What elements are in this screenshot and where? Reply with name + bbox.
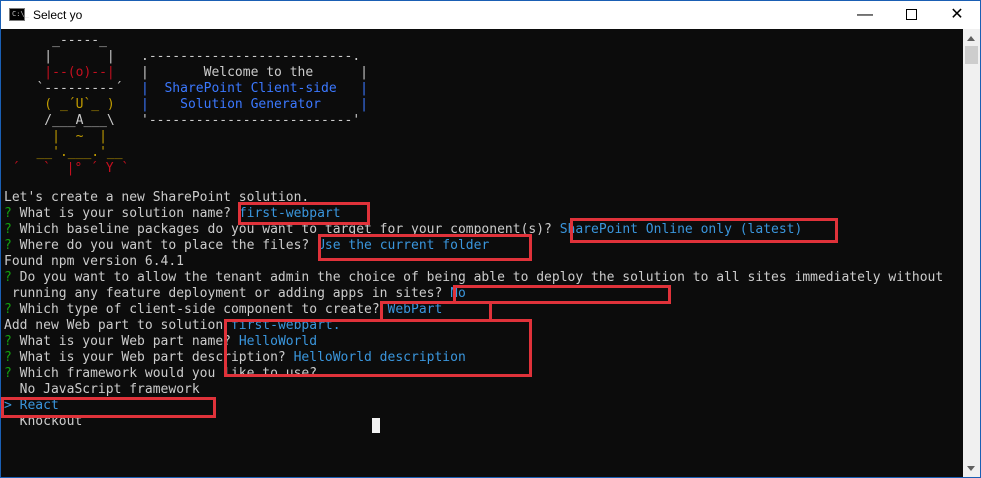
question-text: Do you want to allow the tenant admin th… [19,270,944,285]
scroll-up-icon[interactable] [967,36,975,41]
question-mark: ? [4,302,12,317]
scroll-thumb[interactable] [965,46,978,64]
minimize-button[interactable]: — [842,1,888,29]
highlight-box [224,319,532,377]
yeoman-art-line: | ~ | [13,129,107,144]
yeoman-art-line: | | [13,49,115,64]
question-text: Which type of client-side component to c… [19,302,380,317]
console-app-icon[interactable]: C:\_ [9,8,29,21]
yeoman-art-line: __'.___.'__ [13,145,123,160]
status-text: Add new Web part to solution [4,318,224,333]
welcome-box-line: | SharePoint Client-side | [141,81,368,96]
yeoman-art-line: ´ ` |° ´ Y ` [4,161,130,176]
question-component-type: ? Which type of client-side component to… [4,302,442,318]
question-text: running any feature deployment or adding… [11,286,443,301]
question-tenant-deploy: ? Do you want to allow the tenant admin … [4,270,943,286]
yeoman-art-line: /___A___\ [13,113,115,128]
close-button[interactable]: ✕ [934,1,980,29]
welcome-box-line: | Solution Generator | [141,97,368,112]
question-text: Where do you want to place the files? [19,238,310,253]
scroll-down-icon[interactable] [967,466,975,471]
highlight-box [318,234,532,261]
console-icon-glyph: C:\_ [12,10,29,18]
highlight-box [238,202,370,225]
minimize-icon: — [857,6,873,23]
question-tenant-deploy-cont: running any feature deployment or adding… [4,286,466,302]
question-mark: ? [4,366,12,381]
framework-option[interactable]: No JavaScript framework [4,382,200,398]
welcome-box-line: '--------------------------' [141,113,361,128]
yeoman-art-line: `---------´ [13,81,123,96]
question-mark: ? [4,334,12,349]
yeoman-art-line: |--(o)--| [13,65,115,80]
window-title: Select yo [33,8,83,22]
maximize-button[interactable] [888,1,934,29]
yeoman-art-line: _-----_ [13,33,107,48]
title-bar[interactable]: C:\_ Select yo — ✕ [1,1,980,29]
question-mark: ? [4,206,12,221]
console-window: C:\_ Select yo — ✕ _-----_ | | |--(o)--|… [0,0,981,478]
yeoman-art-line: ( _´U`_ ) [13,97,115,112]
welcome-box-line: .--------------------------. [141,49,361,64]
highlight-box [570,218,838,243]
question-mark: ? [4,222,12,237]
text-cursor [372,418,380,433]
question-text: What is your solution name? [19,206,231,221]
option-label: No JavaScript framework [19,382,200,397]
question-mark: ? [4,238,12,253]
question-text: What is your Web part name? [19,334,231,349]
maximize-icon [905,9,917,21]
close-icon: ✕ [950,6,964,23]
vertical-scrollbar[interactable] [963,29,980,477]
question-mark: ? [4,350,12,365]
welcome-box-line: | Welcome to the | [141,65,368,80]
highlight-box [1,397,216,418]
npm-version-line: Found npm version 6.4.1 [4,254,185,269]
question-mark: ? [4,270,12,285]
